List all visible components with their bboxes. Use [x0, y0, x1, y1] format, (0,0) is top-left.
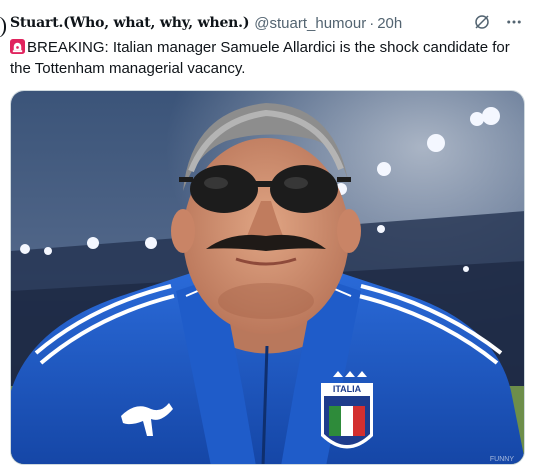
- tweet-header: Stuart.(Who, what, why, when.) @stuart_h…: [10, 13, 402, 33]
- user-handle[interactable]: @stuart_humour: [254, 15, 366, 32]
- avatar[interactable]: [0, 16, 6, 38]
- grok-slash-icon[interactable]: [472, 12, 492, 32]
- display-name[interactable]: Stuart.(Who, what, why, when.): [10, 15, 249, 31]
- stadium-portrait-image: ITALIA FUNNY: [11, 91, 524, 464]
- more-dots-icon[interactable]: [504, 12, 524, 32]
- tweet-actions: [472, 12, 524, 32]
- tweet-image[interactable]: ITALIA FUNNY: [10, 90, 525, 465]
- image-watermark: FUNNY: [490, 456, 514, 463]
- tweet-card[interactable]: Stuart.(Who, what, why, when.) @stuart_h…: [0, 0, 538, 471]
- tweet-text: BREAKING: Italian manager Samuele Allard…: [10, 37, 530, 79]
- tweet-body: BREAKING: Italian manager Samuele Allard…: [10, 39, 510, 77]
- timestamp[interactable]: 20h: [377, 15, 402, 32]
- rotating-light-icon: [10, 39, 25, 54]
- separator-dot: ·: [369, 14, 375, 32]
- crest-text: ITALIA: [333, 384, 362, 394]
